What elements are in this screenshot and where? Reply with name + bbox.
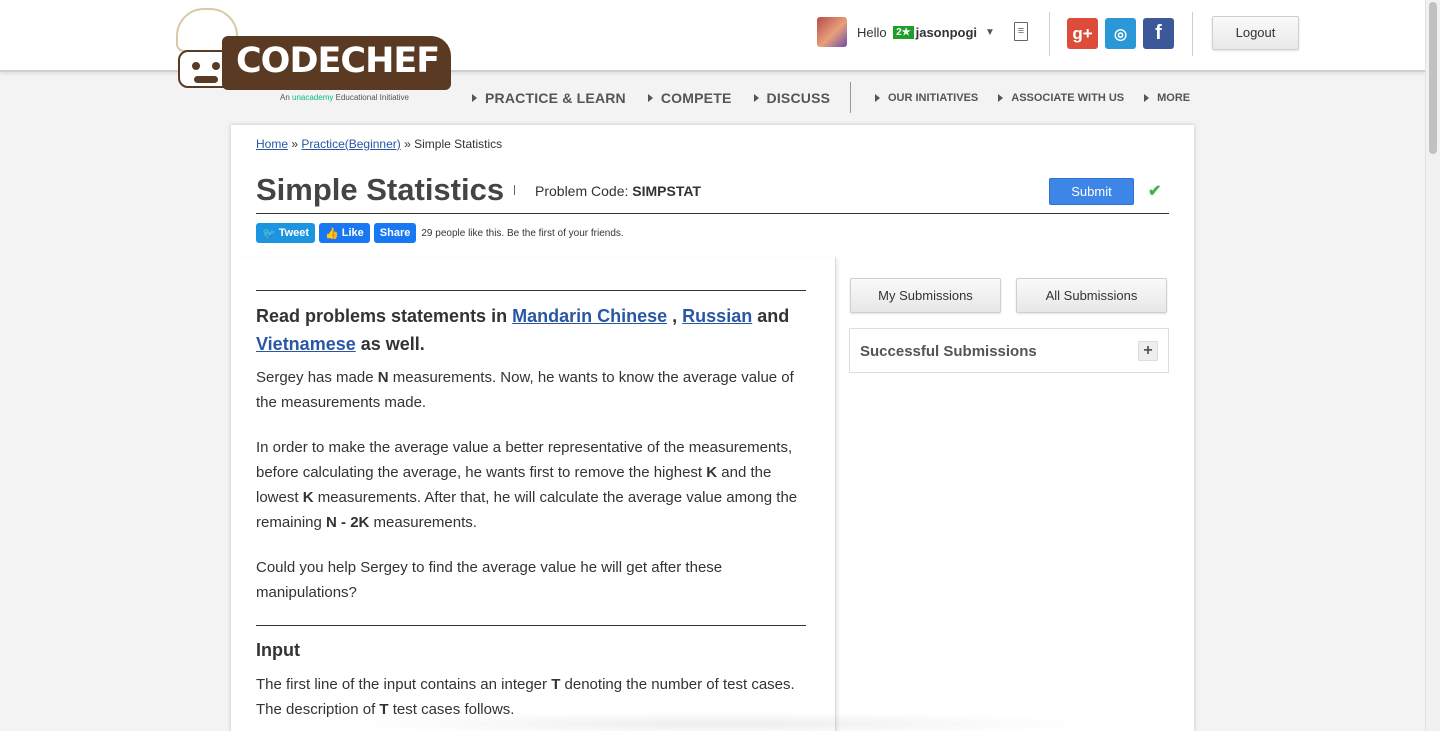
facebook-share-button[interactable]: Share <box>373 223 417 243</box>
breadcrumb-practice-link[interactable]: Practice(Beginner) <box>301 137 400 151</box>
expand-plus-icon[interactable]: + <box>1138 341 1158 361</box>
google-plus-icon[interactable]: g+ <box>1067 18 1098 49</box>
nav-compete[interactable]: COMPETE <box>647 90 732 106</box>
bold-variable: K <box>706 464 718 481</box>
page-scrollbar[interactable] <box>1425 0 1440 731</box>
triangle-right-icon <box>647 94 653 102</box>
main-nav: PRACTICE & LEARN COMPETE DISCUSS <box>472 89 852 107</box>
page-title: Simple Statistics <box>256 172 505 207</box>
problem-code: Problem Code: SIMPSTAT <box>535 183 701 199</box>
title-underline <box>256 213 1169 214</box>
russian-link[interactable]: Russian <box>682 306 752 326</box>
bold-variable: N <box>377 369 389 386</box>
logo-wordmark: CODECHEF <box>222 36 452 90</box>
mandarin-link[interactable]: Mandarin Chinese <box>512 306 667 326</box>
nav-associate-with-us[interactable]: ASSOCIATE WITH US <box>998 92 1124 104</box>
my-submissions-button[interactable]: My Submissions <box>850 278 1001 313</box>
vietnamese-link[interactable]: Vietnamese <box>256 334 356 354</box>
header-divider <box>1192 12 1193 56</box>
bold-variable: N - 2K <box>326 514 370 531</box>
nav-our-initiatives[interactable]: OUR INITIATIVES <box>875 92 978 104</box>
facebook-like-button[interactable]: 👍 Like <box>319 223 370 243</box>
problem-panel: Home » Practice(Beginner) » Simple Stati… <box>231 125 1194 731</box>
successful-submissions-label: Successful Submissions <box>860 343 1037 360</box>
nav-discuss[interactable]: DISCUSS <box>753 90 831 106</box>
nav-divider <box>850 82 851 113</box>
twitter-icon: 🐦 <box>262 227 276 240</box>
triangle-right-icon <box>472 94 477 102</box>
successful-submissions-panel[interactable]: Successful Submissions + <box>849 328 1169 373</box>
input-heading: Input <box>256 640 300 660</box>
nav-practice-learn[interactable]: PRACTICE & LEARN <box>472 90 626 106</box>
all-submissions-button[interactable]: All Submissions <box>1016 278 1167 313</box>
avatar[interactable] <box>817 17 847 47</box>
breadcrumb-home-link[interactable]: Home <box>256 137 288 151</box>
greeting-text: Hello <box>857 24 887 40</box>
problem-statement: Read problems statements in Mandarin Chi… <box>231 257 836 731</box>
checkmark-icon: ✔ <box>1148 183 1162 200</box>
scrollbar-thumb[interactable] <box>1429 2 1437 154</box>
nav-more[interactable]: MORE <box>1144 92 1190 104</box>
breadcrumb: Home » Practice(Beginner) » Simple Stati… <box>256 137 503 151</box>
language-note: Read problems statements in Mandarin Chi… <box>256 306 790 354</box>
logo-tagline: An unacademy Educational Initiative <box>280 93 410 102</box>
user-menu[interactable]: Hello 2★ jasonpogi ▼ <box>817 17 995 47</box>
bold-variable: K <box>302 489 314 506</box>
chevron-down-icon[interactable]: ▼ <box>985 27 995 38</box>
triangle-right-icon <box>998 94 1004 102</box>
likes-count-text: 29 people like this. Be the first of you… <box>421 227 624 239</box>
tweet-button[interactable]: 🐦 Tweet <box>256 223 316 243</box>
notes-icon[interactable]: ≡ <box>1014 22 1028 41</box>
secondary-nav: OUR INITIATIVES ASSOCIATE WITH US MORE <box>875 89 1210 107</box>
triangle-right-icon <box>1144 94 1150 102</box>
submit-button[interactable]: Submit <box>1049 178 1134 205</box>
rating-badge: 2★ <box>893 25 914 39</box>
github-icon[interactable]: ◎ <box>1105 18 1136 49</box>
share-bar: 🐦 Tweet 👍 Like Share 29 people like this. … <box>256 223 624 243</box>
thumbs-up-icon: 👍 <box>325 227 339 240</box>
section-divider <box>256 625 806 626</box>
title-divider <box>514 185 515 195</box>
footer-shadow <box>340 712 1100 731</box>
header-divider <box>1049 12 1050 56</box>
triangle-right-icon <box>875 94 880 102</box>
breadcrumb-current: Simple Statistics <box>414 137 503 151</box>
triangle-right-icon <box>753 94 759 102</box>
bold-variable: T <box>551 676 561 693</box>
statement-paragraph-2: In order to make the average value a bet… <box>256 439 798 531</box>
statement-paragraph-1: Sergey has made N measurements. Now, he … <box>256 369 794 411</box>
username[interactable]: jasonpogi <box>916 25 977 40</box>
logout-button[interactable]: Logout <box>1212 16 1299 50</box>
section-divider <box>256 290 806 291</box>
statement-paragraph-3: Could you help Sergey to find the averag… <box>256 559 723 601</box>
facebook-icon[interactable]: f <box>1143 18 1174 49</box>
codechef-logo[interactable]: CODECHEF An unacademy Educational Initia… <box>172 6 452 106</box>
